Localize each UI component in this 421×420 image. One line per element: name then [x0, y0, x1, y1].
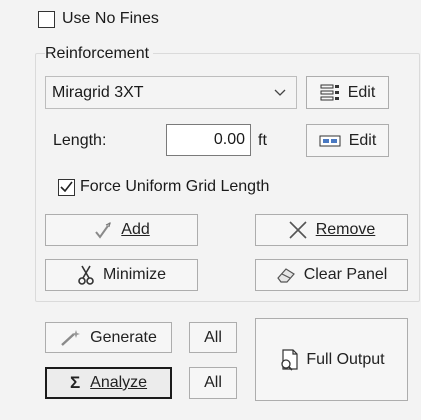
chevron-down-icon — [274, 84, 286, 102]
reinforcement-group-label: Reinforcement — [45, 44, 154, 64]
force-uniform-label: Force Uniform Grid Length — [80, 178, 270, 195]
sigma-icon: Σ — [69, 373, 81, 392]
scissors-icon — [77, 265, 95, 285]
minimize-button[interactable]: Minimize — [45, 259, 198, 291]
material-dropdown[interactable]: Miragrid 3XT — [45, 76, 297, 109]
length-label: Length: — [53, 132, 107, 149]
length-unit: ft — [258, 132, 267, 149]
analyze-label: Analyze — [90, 374, 148, 391]
checkmark-icon — [60, 179, 73, 197]
minimize-label: Minimize — [102, 266, 167, 283]
add-label: Add — [121, 221, 150, 238]
ruler-icon — [319, 134, 341, 148]
generate-all-button[interactable]: All — [189, 322, 237, 353]
analyze-all-button[interactable]: All — [189, 367, 237, 399]
analyze-all-label: All — [204, 374, 222, 391]
document-icon — [278, 348, 298, 371]
analyze-button[interactable]: Σ Analyze — [45, 367, 172, 399]
add-button[interactable]: Add — [45, 214, 198, 246]
length-input[interactable]: 0.00 — [166, 124, 251, 156]
eraser-icon — [276, 267, 296, 283]
length-edit-button[interactable]: Edit — [306, 124, 389, 157]
length-value: 0.00 — [213, 131, 245, 148]
wand-icon — [60, 329, 82, 347]
length-edit-label: Edit — [348, 131, 377, 149]
full-output-label: Full Output — [306, 350, 385, 368]
material-dropdown-value: Miragrid 3XT — [52, 83, 144, 101]
generate-label: Generate — [90, 328, 157, 346]
material-edit-button[interactable]: Edit — [306, 76, 389, 109]
material-edit-label: Edit — [347, 83, 376, 101]
force-uniform-checkbox[interactable] — [58, 179, 75, 196]
full-output-button[interactable]: Full Output — [255, 318, 408, 401]
pencil-check-icon — [93, 220, 113, 240]
list-grid-icon — [320, 84, 340, 102]
use-no-fines-label: Use No Fines — [62, 10, 159, 27]
clear-panel-label: Clear Panel — [303, 266, 388, 283]
remove-label: Remove — [315, 221, 376, 238]
remove-button[interactable]: Remove — [255, 214, 408, 246]
generate-button[interactable]: Generate — [45, 322, 172, 353]
generate-all-label: All — [204, 328, 222, 346]
x-icon — [288, 220, 308, 240]
use-no-fines-checkbox[interactable] — [38, 11, 55, 28]
clear-panel-button[interactable]: Clear Panel — [255, 259, 408, 291]
